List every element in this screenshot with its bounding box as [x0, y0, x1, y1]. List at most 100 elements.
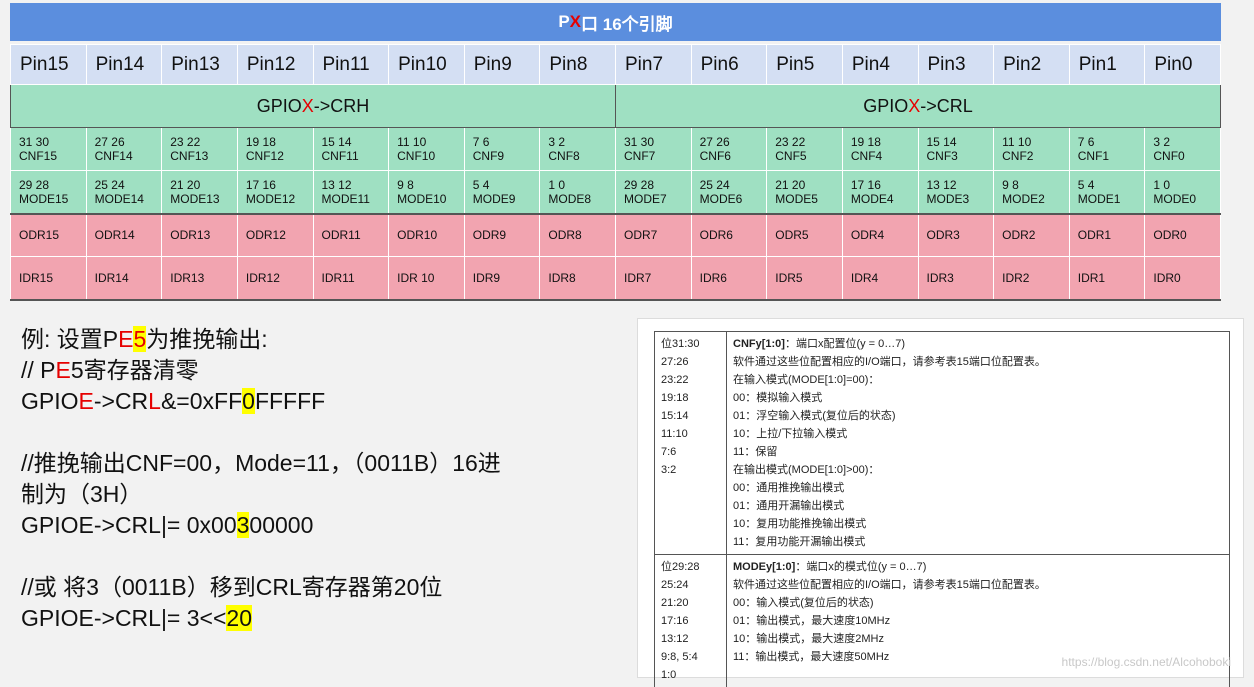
idr-cell: IDR5 [766, 256, 843, 301]
idr-cell: IDR14 [85, 256, 163, 301]
ref-bit-label: 位31:30 [661, 338, 700, 350]
mode-bits: 1 0 [1153, 177, 1171, 192]
ref-desc-line: 01：通用开漏输出模式 [733, 500, 845, 512]
mode-name: MODE8 [548, 191, 592, 206]
crl-header: GPIOX->CRL [615, 84, 1221, 128]
mode-name: MODE7 [624, 191, 667, 206]
title-banner: PX口 16个引脚 [10, 3, 1221, 41]
cnf-cell: 19 18 CNF4 [841, 127, 919, 171]
pin-row: Pin15 Pin14 Pin13 Pin12 Pin11 Pin10 Pin9 Pin8 Pi… [10, 44, 1221, 85]
mode-name: MODE9 [472, 191, 516, 206]
odr-cell: ODR12 [236, 212, 314, 257]
odr-cell: ODR6 [690, 212, 768, 257]
mode-cell: 17 16 MODE4 [841, 170, 919, 214]
ref-cnf-row: 位31:30 27:26 23:22 19:18 15:14 11:10 7:6 3:2 CN… [654, 331, 1230, 555]
idr-cell: IDR2 [993, 256, 1070, 301]
example-line-10: GPIOE->CRL|= 3<<20 [21, 605, 252, 631]
idr-cell: IDR9 [463, 256, 541, 301]
mode-bits: 21 20 [775, 177, 806, 192]
cnf-bits: 3 2 [1153, 135, 1171, 149]
odr-row: ODR15 ODR14 ODR13 ODR12 ODR11 ODR10 ODR9 ODR8 OD… [10, 212, 1221, 257]
ref-desc-line: 11：保留 [733, 446, 778, 458]
cnf-cell: 15 14 CNF3 [917, 127, 995, 171]
pin-cell: Pin14 [85, 44, 163, 85]
pin-cell: Pin6 [690, 44, 768, 85]
mode-name: MODE3 [926, 191, 970, 206]
cnf-bits: 23 22 [170, 135, 201, 149]
ref-bit-label: 7:6 [661, 446, 677, 458]
cnf-bits: 19 18 [850, 135, 881, 149]
cnf-name: CNF4 [850, 149, 883, 163]
cnf-name: CNF9 [472, 149, 505, 163]
odr-cell: ODR7 [615, 212, 692, 257]
cnf-name: CNF10 [397, 149, 436, 163]
ref-mode-bits: 位29:28 25:24 21:20 17:16 13:12 9:8, 5:4 1:0 [654, 554, 727, 687]
mode-bits: 5 4 [1077, 177, 1095, 192]
pin-cell: Pin15 [10, 44, 87, 85]
cnf-cell: 27 26 CNF6 [690, 127, 768, 171]
ref-bit-label: 23:22 [661, 374, 689, 386]
cnf-name: CNF15 [19, 149, 58, 163]
idr-cell: IDR15 [10, 256, 87, 301]
cnf-cell: 27 26 CNF14 [85, 127, 163, 171]
example-line-9: //或 将3（0011B）移到CRL寄存器第20位 [21, 574, 443, 600]
cnf-row: 31 30 CNF15 27 26 CNF14 23 22 CNF13 19 18 CNF12… [10, 127, 1221, 171]
mode-bits: 25 24 [94, 177, 125, 192]
ref-desc-line: 10：输出模式，最大速度2MHz [733, 633, 884, 645]
cnf-cell: 31 30 CNF7 [615, 127, 692, 171]
ref-desc-line: 10：上拉/下拉输入模式 [733, 428, 848, 440]
ref-bit-label: 27:26 [661, 356, 689, 368]
gpio-register-table: Pin15 Pin14 Pin13 Pin12 Pin11 Pin10 Pin9 Pin8 Pi… [10, 44, 1221, 301]
pin-cell: Pin7 [615, 44, 692, 85]
mode-cell: 29 28 MODE7 [615, 170, 692, 214]
cnf-cell: 3 2 CNF8 [539, 127, 616, 171]
idr-cell: IDR12 [236, 256, 314, 301]
mode-bits: 13 12 [926, 177, 957, 192]
ref-bit-label: 11:10 [661, 428, 688, 440]
mode-bits: 17 16 [245, 177, 276, 192]
ref-bit-label: 位29:28 [661, 561, 700, 573]
mode-cell: 9 8 MODE10 [388, 170, 465, 214]
odr-cell: ODR11 [312, 212, 390, 257]
pin-cell: Pin3 [917, 44, 995, 85]
reference-image: 位31:30 27:26 23:22 19:18 15:14 11:10 7:6 3:2 CN… [637, 318, 1244, 687]
mode-cell: 9 8 MODE2 [993, 170, 1070, 214]
cnf-name: CNF13 [170, 149, 209, 163]
mode-bits: 29 28 [624, 177, 655, 192]
idr-cell: IDR1 [1068, 256, 1146, 301]
odr-cell: ODR10 [388, 212, 465, 257]
ref-desc-line: 11：复用功能开漏输出模式 [733, 536, 866, 548]
mode-cell: 1 0 MODE8 [539, 170, 616, 214]
ref-bit-label: 3:2 [661, 464, 677, 476]
mode-name: MODE1 [1077, 191, 1121, 206]
cnf-cell: 15 14 CNF11 [312, 127, 390, 171]
cnf-name: CNF1 [1077, 149, 1110, 163]
cnf-bits: 27 26 [699, 135, 730, 149]
mode-name: MODE11 [321, 191, 370, 206]
idr-cell: IDR4 [841, 256, 919, 301]
odr-cell: ODR14 [85, 212, 163, 257]
odr-cell: ODR15 [10, 212, 87, 257]
odr-cell: ODR4 [841, 212, 919, 257]
cnf-name: CNF12 [245, 149, 284, 163]
pin-cell: Pin1 [1068, 44, 1146, 85]
ref-bit-label: 17:16 [661, 615, 689, 627]
mode-cell: 5 4 MODE9 [463, 170, 541, 214]
example-line-2: // PE5寄存器清零 [21, 357, 199, 383]
cnf-cell: 31 30 CNF15 [10, 127, 87, 171]
pin-cell: Pin2 [993, 44, 1070, 85]
cnf-bits: 15 14 [321, 135, 352, 149]
ref-desc-line: 软件通过这些位配置相应的I/O端口，请参考表15端口位配置表。 [733, 356, 1046, 368]
cnf-cell: 11 10 CNF10 [388, 127, 465, 171]
mode-bits: 25 24 [699, 177, 730, 192]
idr-cell: IDR8 [539, 256, 616, 301]
watermark: https://blog.csdn.net/Alcohoboki [1061, 655, 1231, 669]
pin-cell: Pin0 [1144, 44, 1221, 85]
cnf-bits: 19 18 [245, 135, 276, 149]
mode-name: MODE2 [1002, 191, 1045, 206]
idr-cell: IDR0 [1144, 256, 1221, 301]
idr-cell: IDR3 [917, 256, 995, 301]
cnf-bits: 15 14 [926, 135, 957, 149]
cnf-name: CNF0 [1153, 149, 1185, 163]
title-post: 口 16个引脚 [581, 14, 673, 34]
